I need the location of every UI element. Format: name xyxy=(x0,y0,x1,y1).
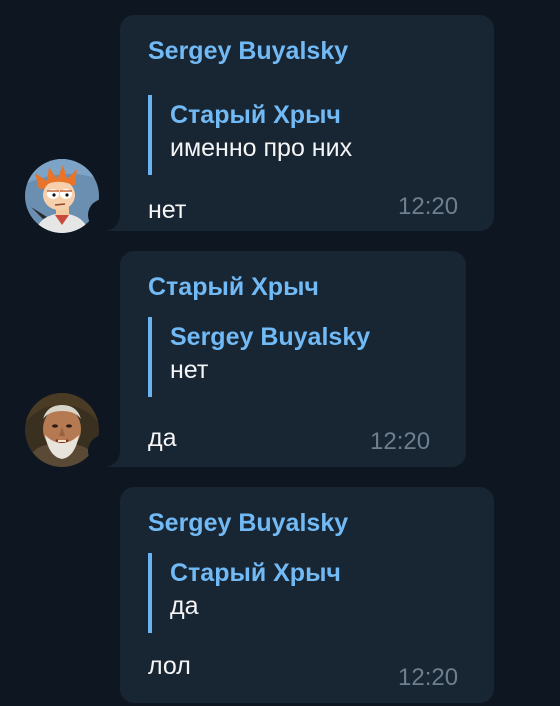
message-text: лол xyxy=(148,652,191,680)
message-bubble[interactable]: Старый Хрыч Sergey Buyalsky нет да 12:20 xyxy=(88,251,466,467)
sender-name[interactable]: Sergey Buyalsky xyxy=(148,507,348,539)
fry-cartoon-icon xyxy=(25,159,99,233)
reply-text: да xyxy=(170,592,199,620)
message-bubble[interactable]: Sergey Buyalsky Старый Хрыч именно про н… xyxy=(88,15,494,231)
message-time: 12:20 xyxy=(398,193,459,220)
message-time: 12:20 xyxy=(370,428,431,455)
reply-quote[interactable]: Старый Хрыч именно про них xyxy=(148,95,448,175)
reply-text: нет xyxy=(170,356,209,384)
reply-sender-name: Sergey Buyalsky xyxy=(170,323,371,351)
message-time: 12:20 xyxy=(398,664,459,691)
sender-name[interactable]: Sergey Buyalsky xyxy=(148,35,348,67)
reply-quote[interactable]: Старый Хрыч да xyxy=(148,553,448,633)
message-text: нет xyxy=(148,196,187,224)
message-bubble[interactable]: Sergey Buyalsky Старый Хрыч да лол 12:20 xyxy=(120,487,494,703)
reply-quote[interactable]: Sergey Buyalsky нет xyxy=(148,317,448,397)
reply-text: именно про них xyxy=(170,134,353,162)
avatar-fry[interactable] xyxy=(25,159,99,233)
message-text: да xyxy=(148,424,177,452)
reply-sender-name: Старый Хрыч xyxy=(170,559,341,587)
reply-sender-name: Старый Хрыч xyxy=(170,101,341,129)
sender-name[interactable]: Старый Хрыч xyxy=(148,271,319,303)
